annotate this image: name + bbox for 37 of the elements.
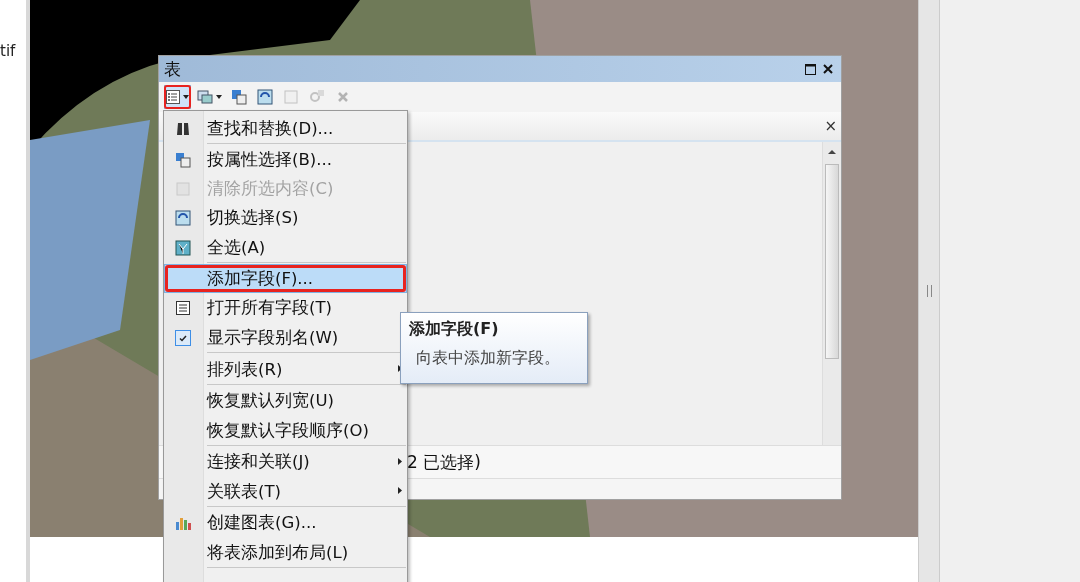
stacked-tables-icon (197, 90, 213, 104)
bar-chart-icon (175, 515, 191, 530)
submenu-arrow-icon (398, 458, 402, 465)
clear-icon (176, 181, 190, 196)
tab-close-button[interactable]: × (824, 117, 837, 135)
vertical-scrollbar[interactable] (822, 142, 841, 445)
table-select-icon (231, 89, 247, 105)
binoculars-icon (176, 121, 190, 137)
splitter-grip-icon[interactable] (926, 285, 932, 297)
tooltip-text: 向表中添加新字段。 (415, 348, 561, 369)
square-icon (284, 90, 298, 104)
scroll-up-arrow-icon[interactable] (827, 148, 837, 156)
list-icon (166, 90, 180, 104)
switch-icon (257, 89, 273, 105)
menu-item[interactable]: 打开所有字段(T) (164, 293, 407, 322)
table-select-icon (175, 151, 191, 168)
table-options-button[interactable] (164, 85, 191, 109)
caret-icon (216, 95, 222, 99)
selection-count-label: 2 已选择) (407, 450, 481, 474)
tooltip-title: 添加字段(F) (409, 319, 500, 340)
maximize-button[interactable] (803, 62, 817, 76)
cross-icon (337, 91, 349, 103)
menu-item[interactable]: 创建图表(G)... (164, 508, 407, 537)
menu-item[interactable]: 添加字段(F)... (164, 264, 407, 293)
submenu-arrow-icon (398, 487, 402, 494)
menu-item[interactable]: 切换选择(S) (164, 203, 407, 232)
magnifier-icon (309, 89, 325, 105)
menu-item[interactable]: 连接和关联(J) (164, 447, 407, 476)
file-name-label: tif (0, 42, 16, 60)
list-icon (176, 300, 190, 315)
switch-icon (175, 209, 191, 226)
select-all-icon (175, 240, 191, 256)
menu-item[interactable]: 恢复默认列宽(U) (164, 386, 407, 415)
caret-icon (183, 95, 189, 99)
close-button[interactable] (821, 62, 835, 76)
window-title: 表 (164, 57, 182, 81)
menu-item[interactable]: 按属性选择(B)... (164, 145, 407, 174)
